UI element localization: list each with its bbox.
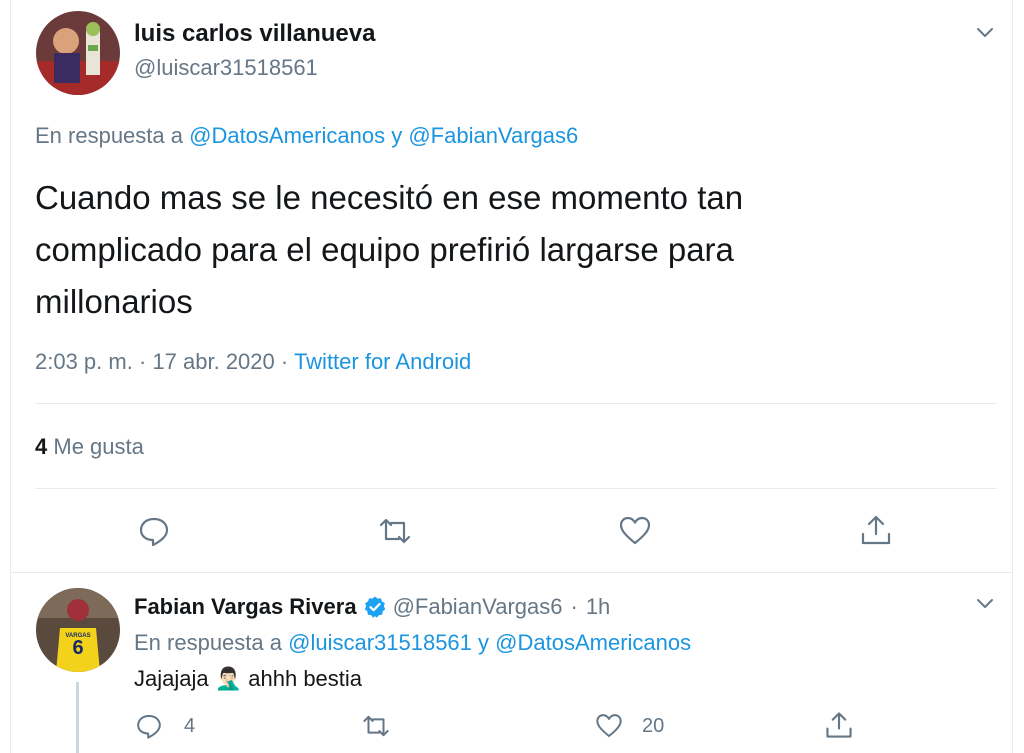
reply-conjunction: y (391, 123, 403, 148)
thread-line (76, 682, 79, 753)
tweet-text-line: Cuando mas se le necesitó en ese momento… (35, 179, 744, 216)
tweet-text-line: millonarios (35, 283, 193, 320)
chevron-down-icon[interactable] (974, 21, 996, 43)
mention-link[interactable]: @luiscar31518561 (288, 630, 472, 655)
user-handle[interactable]: @FabianVargas6 (393, 594, 563, 620)
mention-link[interactable]: @DatosAmericanos (189, 123, 385, 148)
reply-header: Fabian Vargas Rivera @FabianVargas6 · 1h (134, 594, 610, 620)
retweet-icon[interactable] (359, 711, 393, 746)
mention-link[interactable]: @DatosAmericanos (495, 630, 691, 655)
tweet-text: Jajajaja 🤦🏻‍♂️ ahhh bestia (134, 666, 362, 692)
like-icon[interactable] (617, 513, 653, 554)
display-name[interactable]: Fabian Vargas Rivera (134, 594, 357, 620)
mention-link[interactable]: @FabianVargas6 (408, 123, 578, 148)
tweet-meta: 2:03 p. m. · 17 abr. 2020 · Twitter for … (35, 349, 471, 375)
chevron-down-icon[interactable] (974, 592, 996, 614)
likes-label: Me gusta (53, 434, 144, 459)
tweet-text: Cuando mas se le necesitó en ese momento… (35, 172, 743, 328)
facepalm-emoji: 🤦🏻‍♂️ (214, 666, 243, 691)
likes-count: 4 (35, 434, 48, 459)
tweet-date[interactable]: 17 abr. 2020 (152, 349, 274, 374)
retweet-icon[interactable] (375, 513, 415, 554)
reply-prefix: En respuesta a (134, 630, 282, 655)
share-icon[interactable] (823, 709, 855, 746)
like-count: 20 (642, 715, 665, 737)
jersey-name: VARGAS (65, 633, 90, 639)
tweet-separator (10, 572, 1013, 573)
display-name[interactable]: luis carlos villanueva (134, 20, 375, 48)
reply-icon[interactable] (134, 711, 164, 746)
jersey-number: 6 (72, 637, 83, 659)
meta-dot: · (280, 349, 289, 374)
meta-dot: · (570, 594, 578, 619)
divider (35, 488, 997, 489)
tweet-source[interactable]: Twitter for Android (294, 349, 471, 374)
tweet-text-part: ahhh bestia (248, 666, 363, 691)
user-handle[interactable]: @luiscar31518561 (134, 55, 318, 81)
reply-context: En respuesta a @DatosAmericanos y @Fabia… (35, 123, 578, 149)
reply-icon[interactable] (136, 513, 172, 554)
divider (35, 403, 997, 404)
likes-stat[interactable]: 4 Me gusta (35, 434, 144, 460)
tweet-text-part: Jajajaja (134, 666, 209, 691)
reply-count: 4 (184, 715, 196, 737)
reply-context: En respuesta a @luiscar31518561 y @Datos… (134, 630, 691, 656)
tweet-text-line: complicado para el equipo prefirió larga… (35, 231, 734, 268)
reply-conjunction: y (478, 630, 490, 655)
tweet-time[interactable]: 2:03 p. m. (35, 349, 133, 374)
like-icon[interactable] (594, 711, 624, 746)
avatar[interactable] (36, 11, 120, 95)
tweet-time[interactable]: 1h (586, 594, 610, 620)
verified-icon (363, 595, 387, 619)
meta-dot: · (138, 349, 147, 374)
avatar[interactable]: 6 VARGAS (36, 588, 120, 672)
share-icon[interactable] (858, 512, 894, 553)
reply-prefix: En respuesta a (35, 123, 183, 148)
